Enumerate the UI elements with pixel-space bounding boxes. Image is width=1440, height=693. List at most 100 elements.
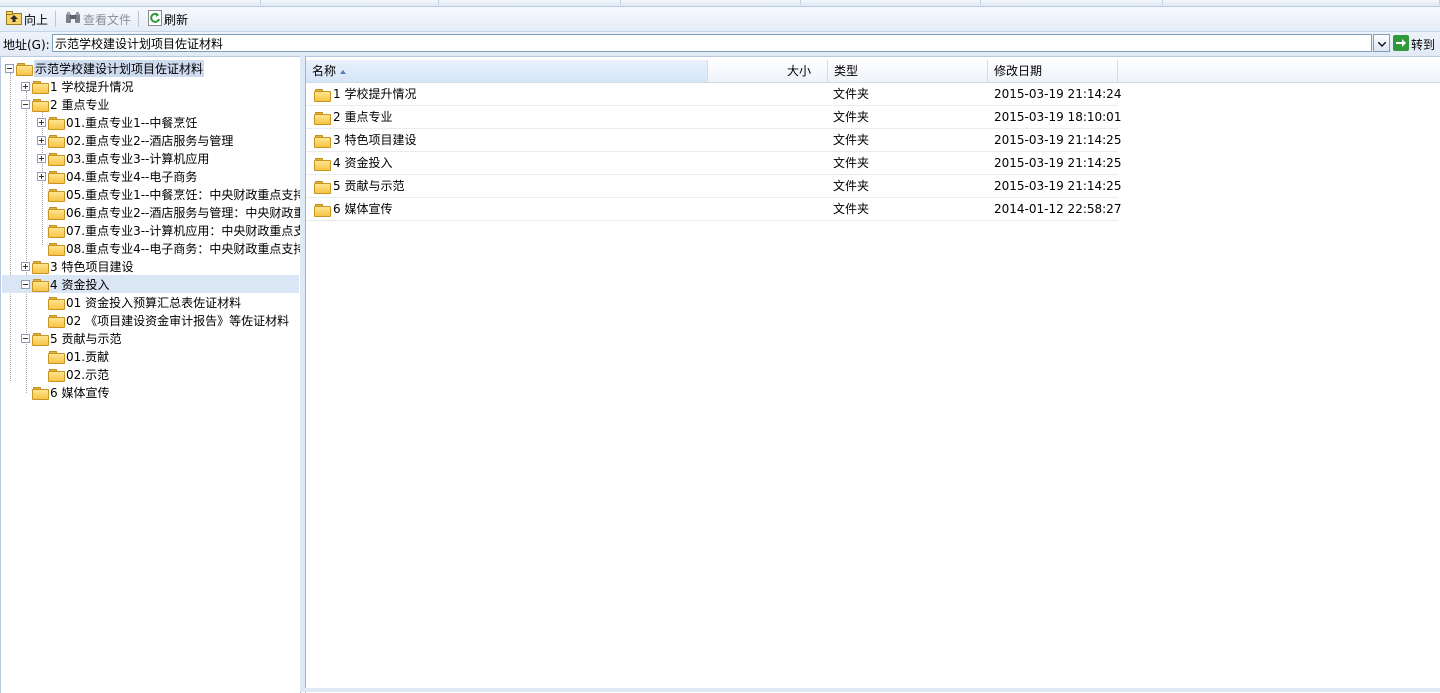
tree-item-4[interactable]: 4 资金投入: [2, 275, 299, 293]
tab-strip-segment: [980, 0, 1163, 5]
address-dropdown-button[interactable]: [1373, 34, 1390, 52]
expand-icon[interactable]: [37, 153, 46, 163]
refresh-button[interactable]: 刷新: [144, 9, 192, 29]
toolbar: 向上 查看文件 刷新: [0, 7, 1440, 32]
address-label: 地址(G):: [3, 37, 50, 52]
row-name: 4 资金投入: [333, 156, 393, 170]
tree-item-2-2[interactable]: 02.重点专业2--酒店服务与管理: [37, 131, 233, 149]
tree-item-2-1[interactable]: 01.重点专业1--中餐烹饪: [37, 113, 197, 131]
tree-item-label: 02.重点专业2--酒店服务与管理: [66, 133, 234, 148]
expand-icon[interactable]: [37, 171, 46, 181]
column-header-date[interactable]: 修改日期: [988, 60, 1118, 82]
row-name: 3 特色项目建设: [333, 133, 417, 147]
address-input[interactable]: 示范学校建设计划项目佐证材料: [52, 34, 1372, 52]
tree-item-3[interactable]: 3 特色项目建设: [21, 257, 133, 275]
row-date: 2015-03-19 21:14:25: [994, 156, 1122, 170]
row-type: 文件夹: [833, 202, 870, 216]
tab-strip-segment: [260, 0, 439, 5]
go-arrow-icon: [1393, 34, 1409, 54]
folder-open-icon: [32, 98, 49, 112]
folder-icon: [48, 206, 65, 220]
tree-item-label: 示范学校建设计划项目佐证材料: [34, 59, 205, 77]
folder-icon: [32, 80, 49, 94]
tree-item-label: 08.重点专业4--电子商务：中央财政重点支持: [66, 241, 301, 256]
tree-item-2-8[interactable]: 08.重点专业4--电子商务：中央财政重点支持: [37, 239, 301, 257]
tab-strip-segment: [1336, 0, 1440, 5]
list-row[interactable]: 5 贡献与示范 文件夹 2015-03-19 21:14:25: [306, 175, 1121, 198]
list-row[interactable]: 6 媒体宣传 文件夹 2014-01-12 22:58:27: [306, 198, 1122, 221]
tree-item-label: 04.重点专业4--电子商务: [66, 169, 198, 184]
list-row[interactable]: 4 资金投入 文件夹 2015-03-19 21:14:25: [306, 152, 1122, 175]
folder-icon: [314, 203, 331, 217]
list-row[interactable]: 2 重点专业 文件夹 2015-03-19 18:10:01: [306, 106, 1122, 129]
folder-icon: [314, 111, 331, 125]
tree-item-label: 3 特色项目建设: [50, 259, 134, 274]
tree-item-2[interactable]: 2 重点专业: [21, 95, 109, 113]
row-type: 文件夹: [833, 110, 870, 124]
up-button[interactable]: 向上: [2, 9, 52, 29]
column-header-name[interactable]: 名称: [306, 60, 708, 82]
folder-tree: 示范学校建设计划项目佐证材料 1 学校提升情况 2 重点专业 01.重点专业1-…: [0, 56, 301, 693]
folder-icon: [314, 88, 331, 102]
view-file-button-label: 查看文件: [83, 12, 132, 27]
tree-item-root[interactable]: 示范学校建设计划项目佐证材料: [5, 59, 205, 77]
row-date: 2015-03-19 18:10:01: [994, 110, 1122, 124]
folder-open-icon: [32, 332, 49, 346]
folder-icon: [48, 314, 65, 328]
tree-item-6[interactable]: 6 媒体宣传: [21, 383, 109, 401]
tree-item-4-2[interactable]: 02 《项目建设资金审计报告》等佐证材料: [37, 311, 289, 329]
row-name: 5 贡献与示范: [333, 179, 405, 193]
expand-icon[interactable]: [21, 81, 30, 91]
folder-icon: [314, 157, 331, 171]
column-header-size[interactable]: 大小: [708, 60, 828, 82]
tree-item-2-7[interactable]: 07.重点专业3--计算机应用：中央财政重点支: [37, 221, 301, 239]
folder-icon: [314, 134, 331, 148]
list-header: 名称 大小 类型 修改日期: [306, 60, 1440, 83]
expand-icon[interactable]: [37, 135, 46, 145]
expand-icon[interactable]: [21, 261, 30, 271]
tree-item-5-1[interactable]: 01.贡献: [37, 347, 109, 365]
tree-item-2-3[interactable]: 03.重点专业3--计算机应用: [37, 149, 209, 167]
folder-icon: [48, 296, 65, 310]
row-type: 文件夹: [833, 133, 870, 147]
tab-strip-segment: [800, 0, 981, 5]
view-file-button[interactable]: 查看文件: [61, 9, 135, 29]
tree-item-2-4[interactable]: 04.重点专业4--电子商务: [37, 167, 197, 185]
folder-open-icon: [16, 62, 33, 76]
collapse-icon[interactable]: [21, 333, 30, 343]
collapse-icon[interactable]: [21, 99, 30, 109]
tree-item-label: 02 《项目建设资金审计报告》等佐证材料: [66, 313, 290, 328]
expand-icon[interactable]: [37, 117, 46, 127]
column-header-type[interactable]: 类型: [828, 60, 988, 82]
tree-item-label: 07.重点专业3--计算机应用：中央财政重点支: [66, 223, 301, 238]
row-type: 文件夹: [833, 156, 870, 170]
row-date: 2014-01-12 22:58:27: [994, 202, 1122, 216]
folder-icon: [48, 152, 65, 166]
folder-icon: [48, 188, 65, 202]
tab-strip-segment: [0, 0, 261, 5]
tree-item-1[interactable]: 1 学校提升情况: [21, 77, 133, 95]
row-name: 1 学校提升情况: [333, 87, 417, 101]
tree-item-5-2[interactable]: 02.示范: [37, 365, 109, 383]
tree-item-label: 03.重点专业3--计算机应用: [66, 151, 210, 166]
list-row[interactable]: 3 特色项目建设 文件夹 2015-03-19 21:14:25: [306, 129, 1121, 152]
row-date: 2015-03-19 21:14:24: [994, 87, 1122, 101]
tree-item-5[interactable]: 5 贡献与示范: [21, 329, 121, 347]
collapse-icon[interactable]: [5, 63, 14, 73]
tree-item-2-6[interactable]: 06.重点专业2--酒店服务与管理：中央财政重: [37, 203, 300, 221]
refresh-button-label: 刷新: [164, 12, 189, 27]
tab-strip-segment: [620, 0, 801, 5]
folder-up-icon: [6, 10, 22, 28]
folder-open-icon: [32, 278, 49, 292]
horizontal-scrollbar-track[interactable]: [305, 688, 1440, 692]
folder-icon: [314, 180, 331, 194]
list-row[interactable]: 1 学校提升情况 文件夹 2015-03-19 21:14:24: [306, 83, 1122, 106]
top-tab-strip: [0, 0, 1440, 7]
tree-item-2-5[interactable]: 05.重点专业1--中餐烹饪：中央财政重点支持: [37, 185, 301, 203]
go-button[interactable]: 转到: [1393, 34, 1435, 54]
collapse-icon[interactable]: [21, 279, 30, 289]
tree-item-label: 05.重点专业1--中餐烹饪：中央财政重点支持: [66, 187, 301, 202]
row-name-cell: 2 重点专业: [314, 106, 392, 128]
tree-item-label: 5 贡献与示范: [50, 331, 122, 346]
tree-item-4-1[interactable]: 01 资金投入预算汇总表佐证材料: [37, 293, 241, 311]
